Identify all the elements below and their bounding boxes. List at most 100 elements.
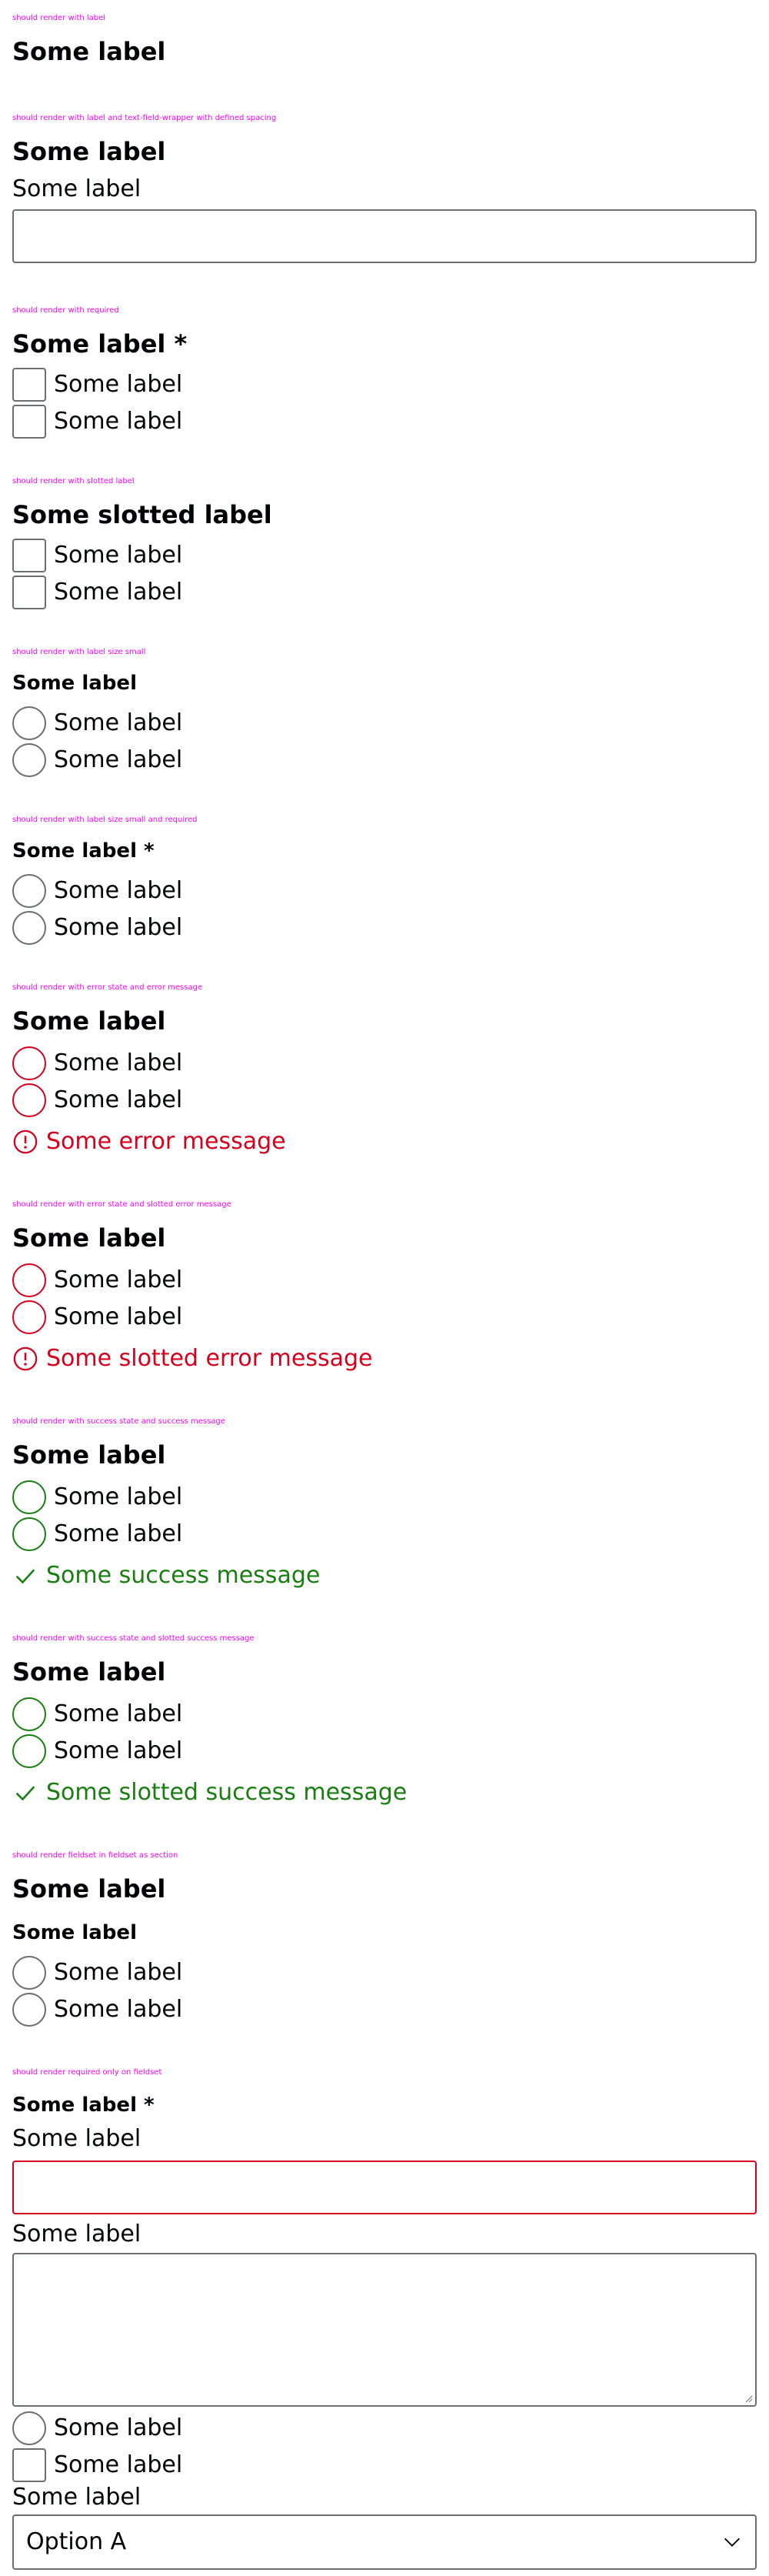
checkbox-label: Some label [54,579,183,606]
text-field-label: Some label [12,2125,141,2152]
exclamation-circle-icon [13,1130,38,1154]
section-success-message: should render with success state and suc… [12,1417,757,1590]
checkbox-option[interactable]: Some label [12,366,757,403]
caption: should render with success state and slo… [12,1634,255,1643]
checkbox-option[interactable]: Some label [12,403,757,440]
chevron-down-icon [724,2538,740,2547]
radio-option[interactable]: Some label [12,909,757,946]
check-icon [15,1569,35,1584]
radio[interactable] [12,743,46,777]
caption: should render with label size small and … [12,816,198,824]
checkbox-option[interactable]: Some label [12,574,757,611]
radio[interactable] [12,874,46,908]
checkbox[interactable] [12,576,46,609]
exclamation-circle-icon [13,1346,38,1371]
checkbox-label: Some label [54,371,183,398]
radio[interactable] [12,1263,46,1297]
success-message: Some slotted success message [12,1779,757,1807]
radio-label: Some label [54,877,183,904]
radio[interactable] [12,2411,46,2445]
radio[interactable] [12,706,46,740]
checkbox[interactable] [12,539,46,572]
checkbox-option[interactable]: Some label [12,2447,757,2484]
radio-option[interactable]: Some label [12,705,757,742]
radio[interactable] [12,1734,46,1768]
radio-option[interactable]: Some label [12,1516,757,1553]
radio-label: Some label [54,746,183,773]
section-slotted-error-message: should render with error state and slott… [12,1200,757,1373]
radio[interactable] [12,1083,46,1117]
radio-label: Some label [54,1049,183,1076]
radio-option[interactable]: Some label [12,2410,757,2447]
success-message: Some success message [12,1562,757,1590]
radio-label: Some label [54,914,183,941]
radio[interactable] [12,1517,46,1551]
fieldset-legend: Some label * [12,329,188,359]
select-value: Option A [26,2528,127,2555]
text-field-label: Some label [12,175,141,202]
caption: should render with error state and slott… [12,1200,231,1209]
error-message-text: Some slotted error message [46,1345,373,1372]
text-input[interactable] [12,209,757,263]
radio-label: Some label [54,1959,183,1986]
checkbox[interactable] [12,405,46,439]
section-label: should render with label Some label [12,14,757,66]
fieldset-legend: Some label [12,1223,166,1253]
radio-option[interactable]: Some label [12,1733,757,1770]
checkbox[interactable] [12,2448,46,2482]
section-slotted-label: should render with slotted label Some sl… [12,477,757,611]
section-required-only-fieldset: should render required only on fieldset … [12,2068,757,2570]
radio-option[interactable]: Some label [12,742,757,779]
section-error-message: should render with error state and error… [12,983,757,1156]
caption: should render with label [12,14,106,22]
radio[interactable] [12,911,46,945]
fieldset-legend: Some label [12,1874,166,1904]
radio-label: Some label [54,1520,183,1547]
radio-option[interactable]: Some label [12,873,757,909]
fieldset-legend: Some label * [12,2094,155,2117]
textarea[interactable] [12,2253,757,2407]
fieldset-legend: Some label [12,1006,166,1036]
success-message-text: Some success message [46,1562,321,1589]
section-label-small-required: should render with label size small and … [12,816,757,946]
radio-option[interactable]: Some label [12,1082,757,1119]
resize-grip-icon[interactable] [745,2395,753,2403]
checkbox-label: Some label [54,2451,183,2478]
radio[interactable] [12,1300,46,1334]
section-required: should render with required Some label *… [12,306,757,440]
radio-option[interactable]: Some label [12,1299,757,1336]
text-input[interactable] [12,2161,757,2214]
section-label-small: should render with label size small Some… [12,648,757,779]
checkbox[interactable] [12,368,46,402]
select-label: Some label [12,2484,141,2511]
radio-label: Some label [54,1737,183,1764]
radio-option[interactable]: Some label [12,1262,757,1299]
section-label-text-field: should render with label and text-field-… [12,114,757,263]
caption: should render with required [12,306,119,315]
radio[interactable] [12,1993,46,2027]
radio-option[interactable]: Some label [12,1696,757,1733]
select[interactable]: Option A [12,2514,757,2570]
radio-label: Some label [54,1303,183,1330]
radio[interactable] [12,1956,46,1990]
error-message: Some slotted error message [12,1345,757,1373]
fieldset-legend: Some label [12,672,137,695]
radio-label: Some label [54,709,183,736]
radio-option[interactable]: Some label [12,1954,757,1991]
radio[interactable] [12,1480,46,1514]
radio-label: Some label [54,1266,183,1293]
caption: should render required only on fieldset [12,2068,162,2077]
radio-option[interactable]: Some label [12,1991,757,2028]
radio-label: Some label [54,1700,183,1727]
radio-label: Some label [54,1086,183,1113]
checkbox-label: Some label [54,542,183,569]
radio[interactable] [12,1046,46,1080]
caption: should render with slotted label [12,477,135,486]
fieldset-legend: Some label [12,1657,166,1687]
checkbox-option[interactable]: Some label [12,537,757,574]
radio[interactable] [12,1697,46,1731]
checkbox-label: Some label [54,408,183,435]
radio-option[interactable]: Some label [12,1479,757,1516]
radio-option[interactable]: Some label [12,1045,757,1082]
nested-fieldset-legend: Some label [12,1921,137,1944]
